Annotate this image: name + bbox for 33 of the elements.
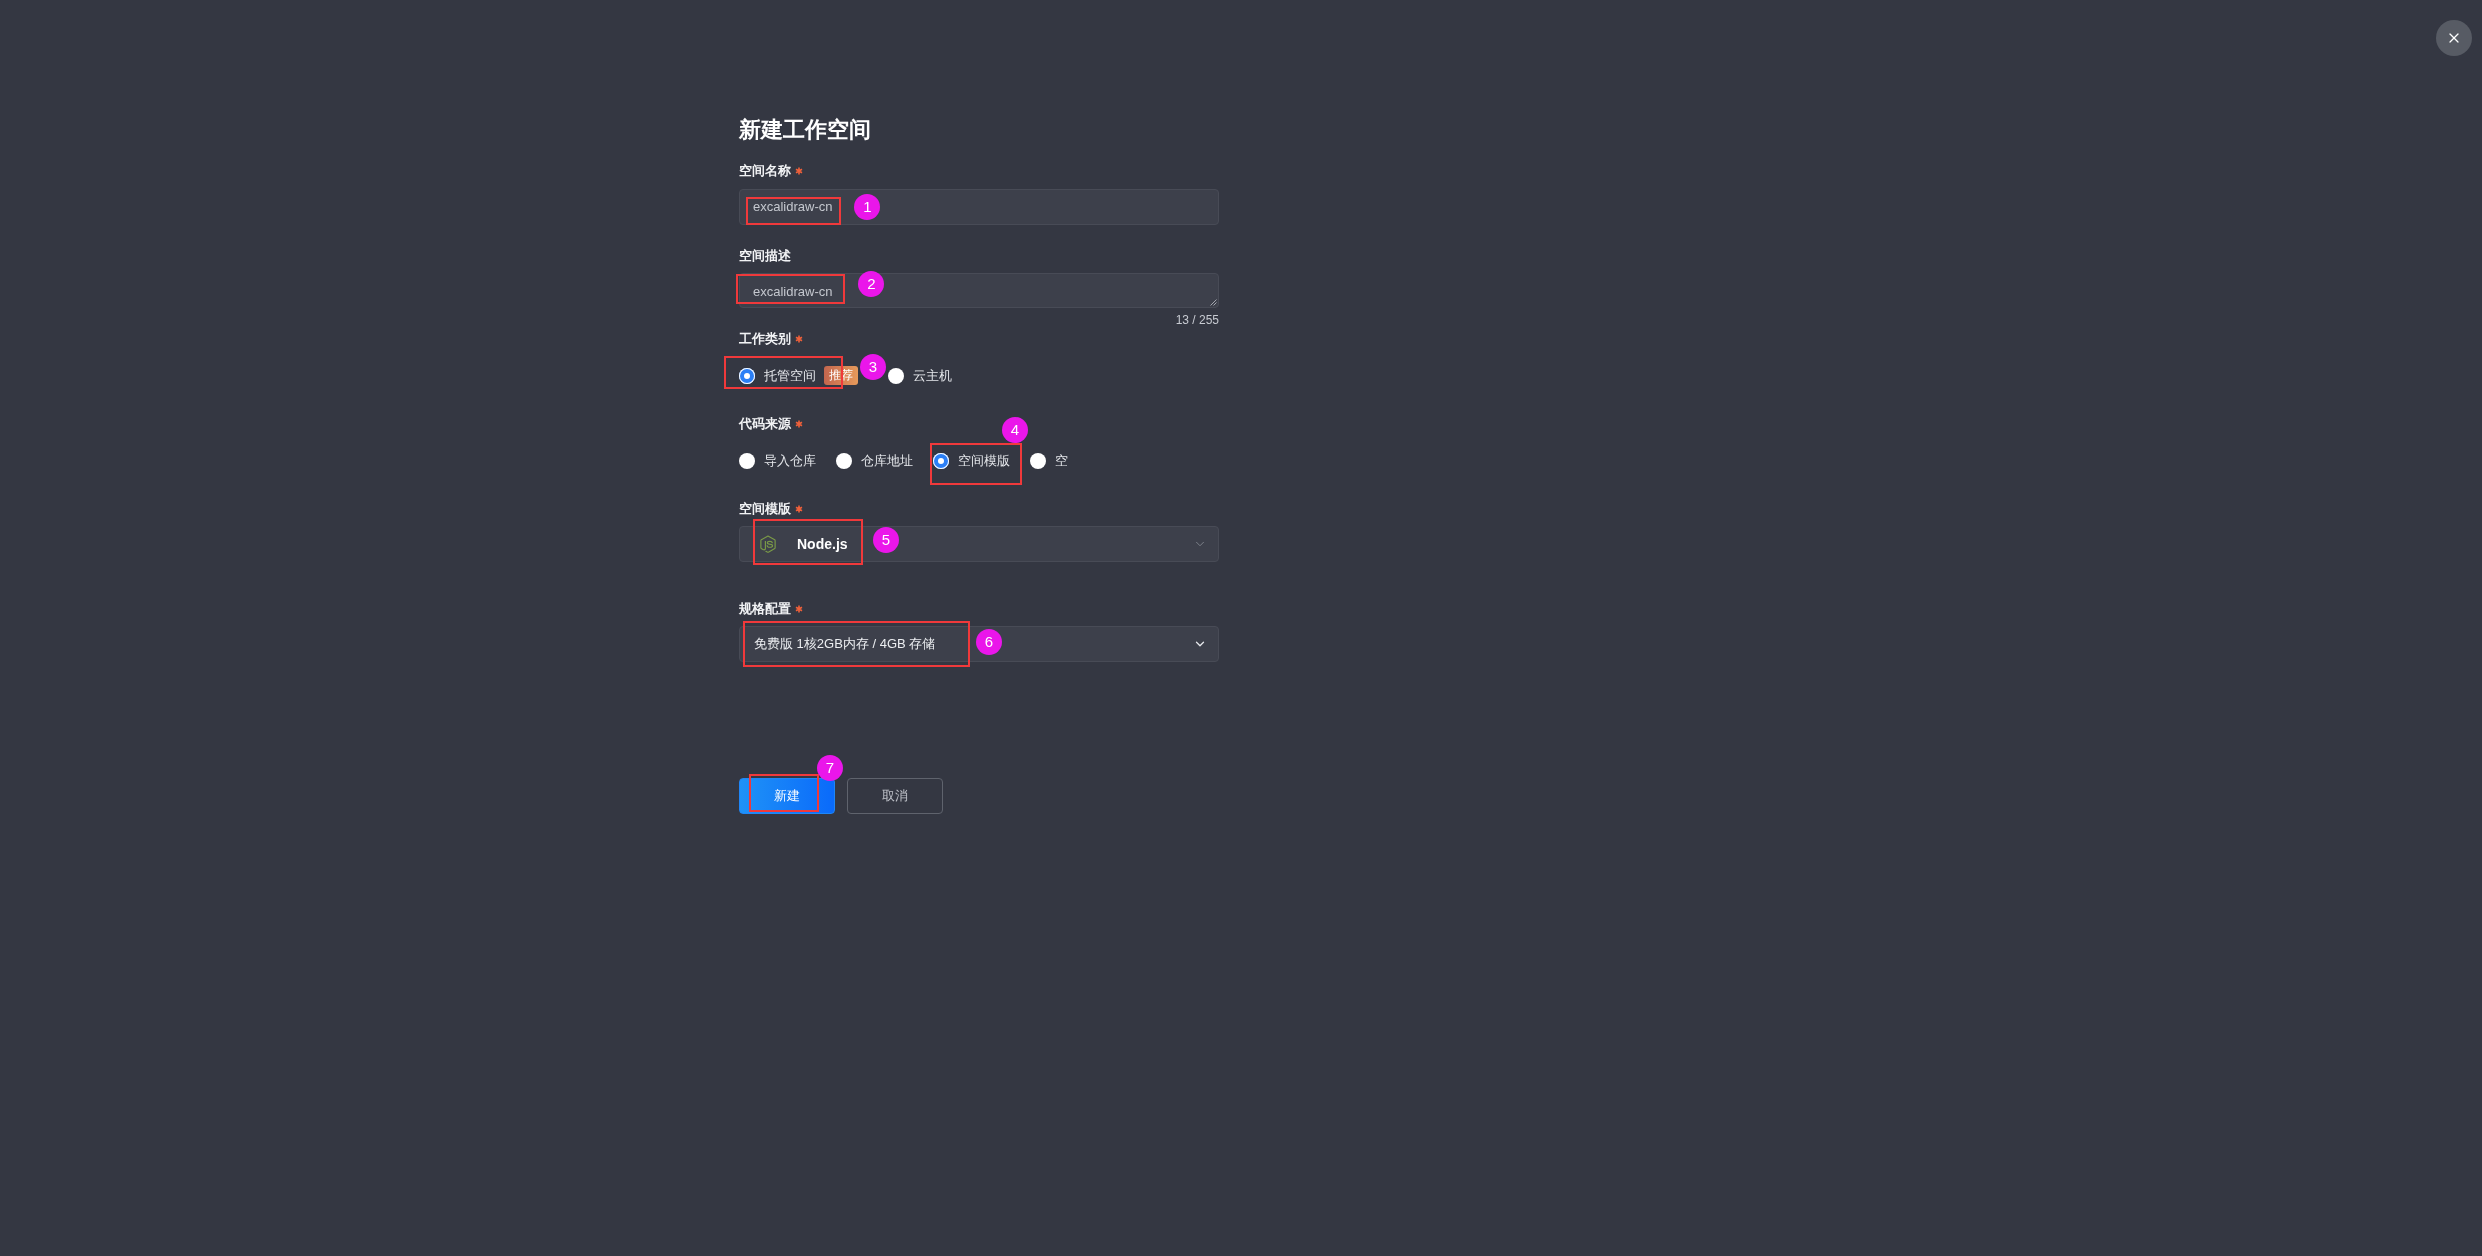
field-label: 空间名称 [739, 162, 791, 180]
radio-button[interactable] [1030, 452, 1046, 469]
character-counter: 13 / 255 [1175, 312, 1219, 328]
cancel-button[interactable]: 取消 [847, 778, 943, 814]
field-label: 空间描述 [739, 247, 791, 265]
radio-label[interactable]: 空 [1055, 451, 1068, 470]
field-label: 工作类别 [739, 330, 791, 348]
callout-number: 4 [1002, 416, 1028, 443]
callout-number: 2 [858, 271, 885, 297]
callout-number: 1 [854, 194, 881, 220]
radio-button[interactable] [739, 367, 755, 384]
field-label: 代码来源 [739, 415, 791, 433]
callout-number: 7 [817, 755, 843, 781]
radio-label[interactable]: 云主机 [913, 366, 952, 385]
radio-button[interactable] [888, 367, 904, 384]
radio-button[interactable] [836, 452, 852, 469]
radio-label[interactable]: 导入仓库 [764, 451, 816, 470]
radio-label[interactable]: 托管空间 [764, 366, 816, 385]
highlight-frame [749, 774, 819, 812]
dialog-title: 新建工作空间 [739, 116, 872, 144]
close-button[interactable] [2436, 20, 2472, 56]
radio-label[interactable]: 仓库地址 [861, 451, 913, 470]
callout-number: 3 [860, 354, 886, 380]
field-label: 规格配置 [739, 600, 791, 618]
textarea-input[interactable]: excalidraw-cn 2 [739, 273, 1219, 308]
radio-button[interactable] [739, 452, 755, 469]
text-input[interactable]: excalidraw-cn 1 [739, 189, 1219, 225]
resize-handle-icon[interactable] [1209, 298, 1217, 306]
radio-button[interactable] [933, 452, 949, 469]
create-button[interactable]: 新建 [739, 778, 835, 814]
hexagon-logo-icon [757, 533, 779, 555]
field-label: 空间模版 [739, 500, 791, 518]
radio-label[interactable]: 空间模版 [958, 451, 1010, 470]
